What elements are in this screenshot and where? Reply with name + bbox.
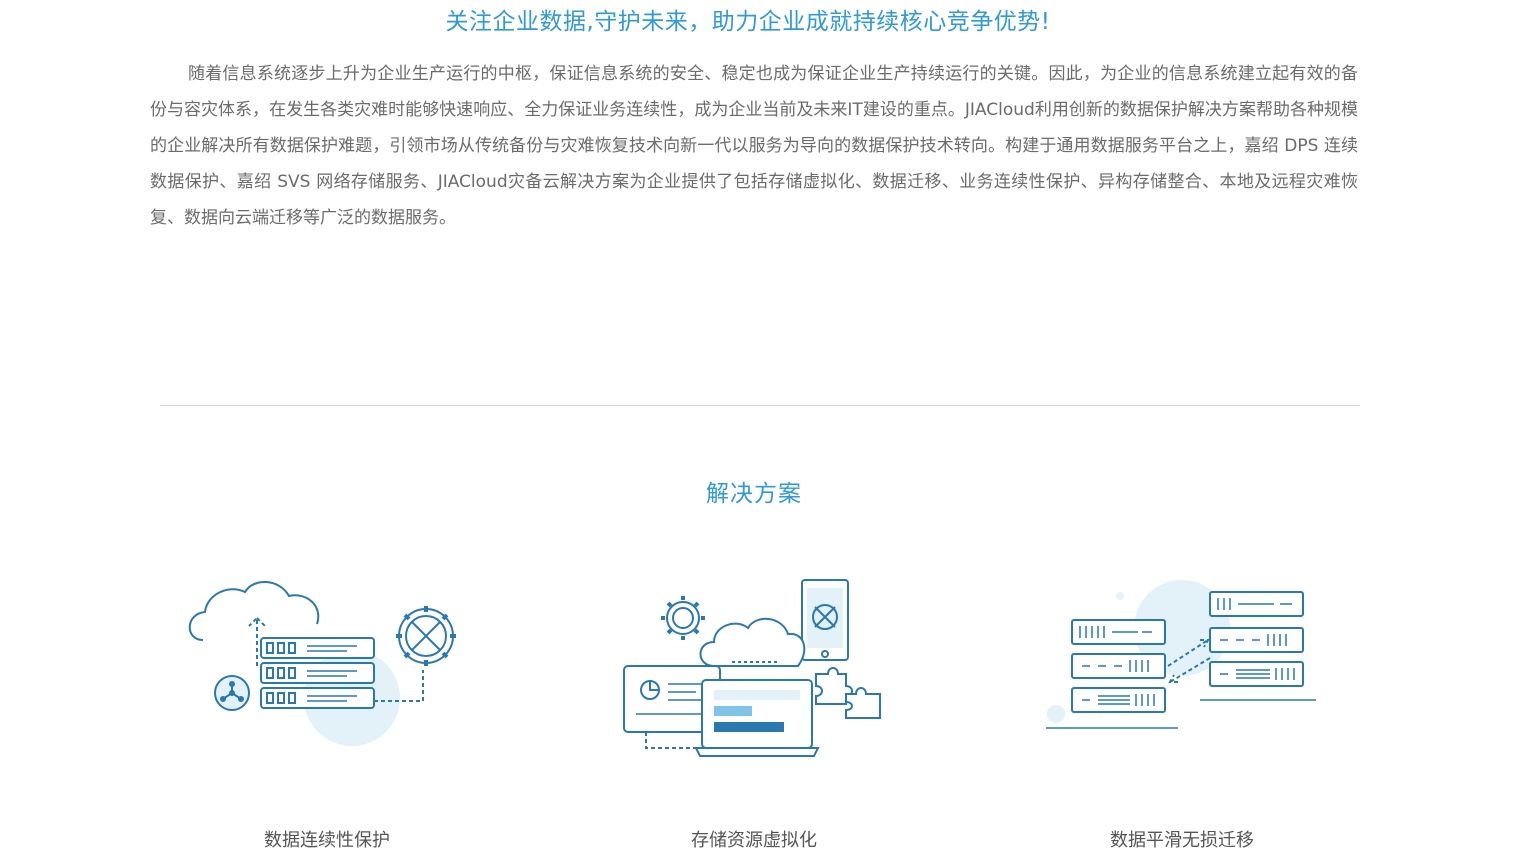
cloud-devices-puzzle-icon [623,579,881,757]
solution-card-data-migration[interactable]: 数据平滑无损迁移 [1012,560,1352,860]
solution-card-data-continuity[interactable]: 数据连续性保护 [157,560,497,860]
section-divider [160,405,1360,406]
solution-label: 存储资源虚拟化 [691,830,817,851]
intro-paragraph: 随着信息系统逐步上升为企业生产运行的中枢，保证信息系统的安全、稳定也成为保证企业… [150,64,1358,228]
page-headline: 关注企业数据,守护未来，助力企业成就持续核心竞争优势! [445,9,1051,35]
cloud-server-gear-icon [188,581,456,746]
solutions-title: 解决方案 [706,481,802,507]
solution-card-storage-virtualization[interactable]: 存储资源虚拟化 [584,560,924,860]
solution-label: 数据平滑无损迁移 [1110,830,1254,851]
solution-label: 数据连续性保护 [264,830,390,851]
page: 关注企业数据,守护未来，助力企业成就持续核心竞争优势! 随着信息系统逐步上升为企… [0,0,1528,868]
server-migration-icon [1046,580,1316,729]
